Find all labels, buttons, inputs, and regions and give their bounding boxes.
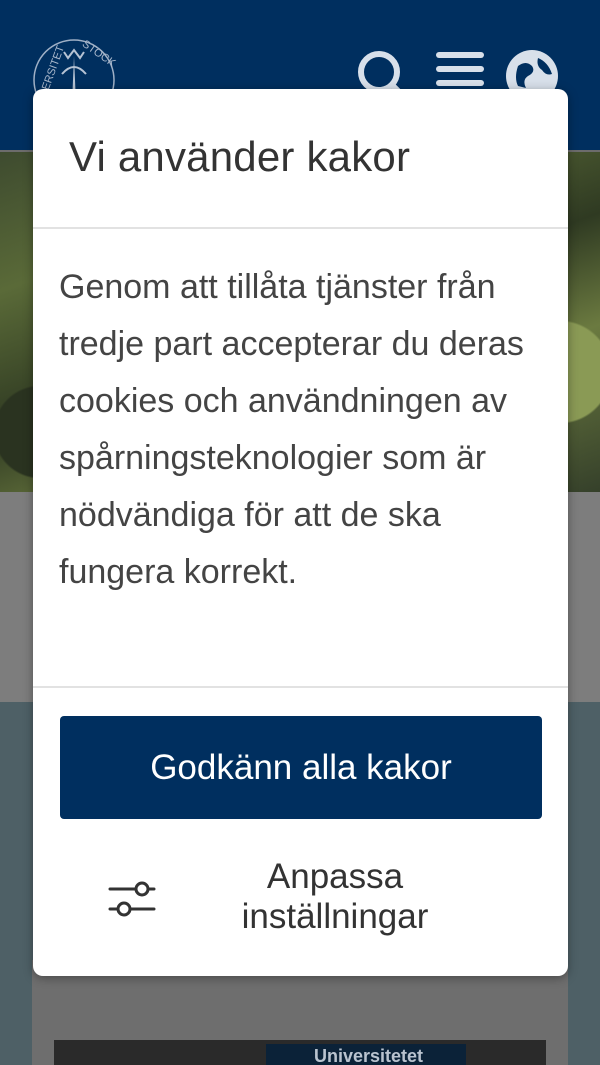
divider: [33, 227, 568, 229]
customize-settings-label: Anpassa inställningar: [241, 857, 429, 936]
dialog-title: Vi använder kakor: [69, 133, 411, 180]
accept-all-cookies-button[interactable]: Godkänn alla kakor: [60, 716, 542, 819]
divider: [33, 686, 568, 688]
sliders-icon: [108, 881, 156, 917]
customize-settings-button[interactable]: Anpassa inställningar: [60, 849, 542, 949]
cookie-consent-dialog: Vi använder kakor Genom att tillåta tjän…: [33, 89, 568, 976]
dialog-body-text: Genom att tillåta tjänster från tredje p…: [59, 268, 524, 591]
